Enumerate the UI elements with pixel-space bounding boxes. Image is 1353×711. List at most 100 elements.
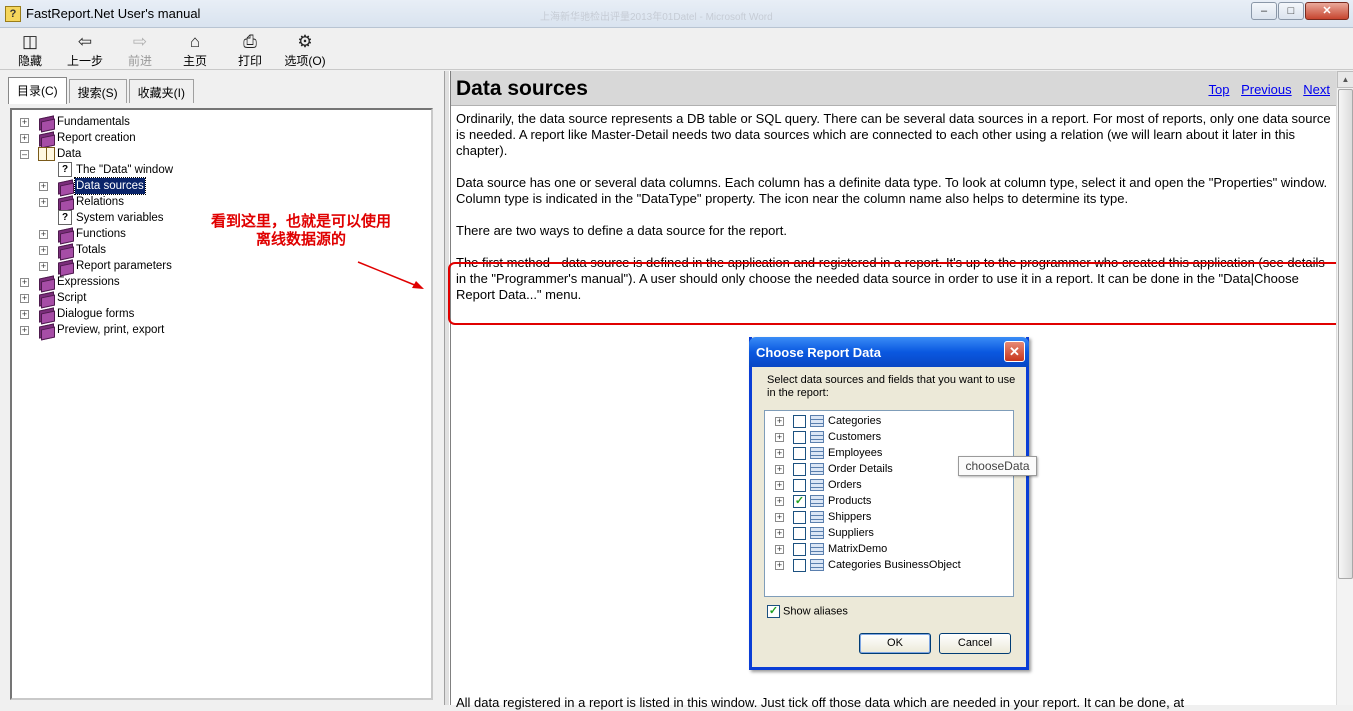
tree-item-label: Script <box>57 292 87 304</box>
expand-icon: + <box>775 480 784 490</box>
scrollbar-thumb[interactable] <box>1338 89 1353 579</box>
expand-icon[interactable]: + <box>20 310 29 319</box>
checkbox <box>793 511 806 524</box>
home-icon: ⌂ <box>189 32 201 51</box>
image-tooltip: chooseData <box>958 456 1037 476</box>
expand-icon[interactable]: + <box>20 326 29 335</box>
dialog-title: Choose Report Data <box>756 345 881 360</box>
annotation-note: 看到这里，也就是可以使用 离线数据源的 <box>196 213 406 249</box>
tab-favorites[interactable]: 收藏夹(I) <box>128 79 194 103</box>
paragraph: Data source has one or several data colu… <box>456 175 1328 206</box>
checkbox <box>793 415 806 428</box>
list-item-label: MatrixDemo <box>828 543 888 555</box>
annotation-arrow-icon <box>357 261 424 289</box>
checkbox <box>793 447 806 460</box>
tree-item-label: Relations <box>76 196 124 208</box>
table-icon <box>810 511 824 523</box>
table-icon <box>810 479 824 491</box>
checkbox <box>793 527 806 540</box>
contents-tree: + Fundamentals + Report creation – Data … <box>10 108 433 700</box>
list-item-label: Suppliers <box>828 527 874 539</box>
checkbox <box>793 431 806 444</box>
checkbox <box>793 463 806 476</box>
collapse-icon[interactable]: – <box>20 150 29 159</box>
tree-item-label: Expressions <box>57 276 120 288</box>
expand-icon[interactable]: + <box>39 230 48 239</box>
cancel-button: Cancel <box>939 633 1011 654</box>
table-icon <box>810 415 824 427</box>
paragraph: Ordinarily, the data source represents a… <box>456 111 1331 158</box>
options-label: 选项(O) <box>284 54 326 68</box>
table-icon <box>810 431 824 443</box>
list-item-label: Orders <box>828 479 862 491</box>
previous-link[interactable]: Previous <box>1241 82 1292 97</box>
expand-icon[interactable]: + <box>20 118 29 127</box>
top-link[interactable]: Top <box>1208 82 1229 97</box>
list-item-label: Categories BusinessObject <box>828 559 961 571</box>
maximize-button[interactable]: □ <box>1278 2 1304 20</box>
expand-icon[interactable]: + <box>39 198 48 207</box>
expand-icon: + <box>775 448 784 458</box>
annotation-line-1: 看到这里，也就是可以使用 <box>210 213 391 230</box>
checkbox <box>793 559 806 572</box>
home-button[interactable]: ⌂ 主页 <box>171 32 219 69</box>
table-icon <box>810 463 824 475</box>
expand-icon[interactable]: + <box>39 262 48 271</box>
home-label: 主页 <box>182 54 207 68</box>
expand-icon: + <box>775 496 784 506</box>
checkbox: ✓ <box>767 605 780 618</box>
forward-button[interactable]: ⇨ 前进 <box>116 32 164 69</box>
expand-icon[interactable]: + <box>39 246 48 255</box>
forward-label: 前进 <box>127 54 152 68</box>
tree-item-label: Functions <box>76 228 126 240</box>
hide-label: 隐藏 <box>17 54 42 68</box>
toolbar: ◫ 隐藏 ⇦ 上一步 ⇨ 前进 ⌂ 主页 ⎙ 打印 ⚙ 选项(O) <box>0 29 1353 70</box>
close-button[interactable]: ✕ <box>1305 2 1349 20</box>
book-icon <box>57 259 73 273</box>
help-page-icon: ? <box>58 162 72 177</box>
options-icon: ⚙ <box>297 32 313 51</box>
dialog-close-icon: ✕ <box>1004 341 1025 362</box>
back-label: 上一步 <box>66 54 103 68</box>
hide-button[interactable]: ◫ 隐藏 <box>6 32 54 69</box>
data-source-list: + Categories + Customers + Employees + Order… <box>764 410 1014 597</box>
help-page-icon: ? <box>58 210 72 225</box>
tree-item-label: The "Data" window <box>76 164 174 176</box>
back-button[interactable]: ⇦ 上一步 <box>61 32 109 69</box>
paragraph: All data registered in a report is liste… <box>456 695 1185 710</box>
expand-icon[interactable]: + <box>20 134 29 143</box>
minimize-button[interactable]: – <box>1251 2 1277 20</box>
expand-icon[interactable]: + <box>39 182 48 191</box>
expand-icon: + <box>775 560 784 570</box>
book-icon <box>38 115 54 129</box>
expand-icon[interactable]: + <box>20 294 29 303</box>
tab-contents[interactable]: 目录(C) <box>8 77 67 104</box>
list-item-label: Shippers <box>828 511 872 523</box>
options-button[interactable]: ⚙ 选项(O) <box>281 32 329 69</box>
dialog-description: Select data sources and fields that you … <box>767 374 1016 399</box>
expand-icon: + <box>775 528 784 538</box>
help-book-icon: ? <box>5 6 21 22</box>
scroll-up-icon[interactable]: ▲ <box>1337 71 1353 88</box>
expand-icon[interactable]: + <box>20 278 29 287</box>
show-aliases-label: Show aliases <box>783 605 848 618</box>
print-button[interactable]: ⎙ 打印 <box>226 32 274 69</box>
expand-icon: + <box>775 432 784 442</box>
expand-icon: + <box>775 416 784 426</box>
printer-icon: ⎙ <box>243 32 257 51</box>
tree-item-label: Preview, print, export <box>57 324 165 336</box>
hide-pane-icon: ◫ <box>21 32 39 51</box>
forward-arrow-icon: ⇨ <box>132 32 148 51</box>
tree-item-label: Data sources <box>74 177 146 195</box>
annotation-line-2: 离线数据源的 <box>255 231 346 248</box>
checkbox <box>793 543 806 556</box>
next-link[interactable]: Next <box>1303 82 1330 97</box>
vertical-scrollbar[interactable]: ▲ <box>1336 71 1353 705</box>
tab-search[interactable]: 搜索(S) <box>68 79 127 103</box>
table-icon <box>810 447 824 459</box>
book-icon <box>38 307 54 321</box>
book-icon <box>38 323 54 337</box>
list-item-label: Order Details <box>828 463 893 475</box>
list-item-label: Employees <box>828 447 883 459</box>
page-title: Data sources <box>456 77 588 100</box>
